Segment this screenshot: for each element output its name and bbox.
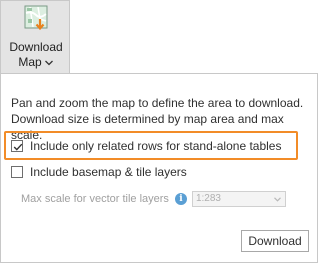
download-button[interactable]: Download — [241, 230, 309, 252]
chevron-down-icon — [45, 60, 53, 66]
chevron-down-icon — [274, 197, 281, 202]
related-rows-option[interactable]: Include only related rows for stand-alon… — [11, 136, 281, 156]
max-scale-value: 1:283 — [195, 193, 221, 204]
basemap-label: Include basemap & tile layers — [30, 165, 187, 179]
max-scale-select[interactable]: 1:283 — [191, 191, 286, 207]
basemap-checkbox[interactable] — [11, 166, 23, 178]
checkmark-icon — [13, 143, 23, 151]
related-rows-checkbox[interactable] — [11, 140, 23, 152]
basemap-option[interactable]: Include basemap & tile layers — [11, 162, 187, 182]
max-scale-label: Max scale for vector tile layers — [21, 193, 169, 205]
download-map-icon — [24, 5, 48, 31]
max-scale-row: Max scale for vector tile layers i 1:283 — [21, 189, 286, 209]
download-map-button[interactable]: Download Map — [0, 0, 70, 74]
related-rows-label: Include only related rows for stand-alon… — [30, 139, 282, 153]
download-label: Download — [9, 40, 63, 54]
download-map-panel: Pan and zoom the map to define the area … — [0, 73, 318, 263]
map-label: Map — [18, 55, 42, 69]
info-icon[interactable]: i — [174, 193, 187, 205]
